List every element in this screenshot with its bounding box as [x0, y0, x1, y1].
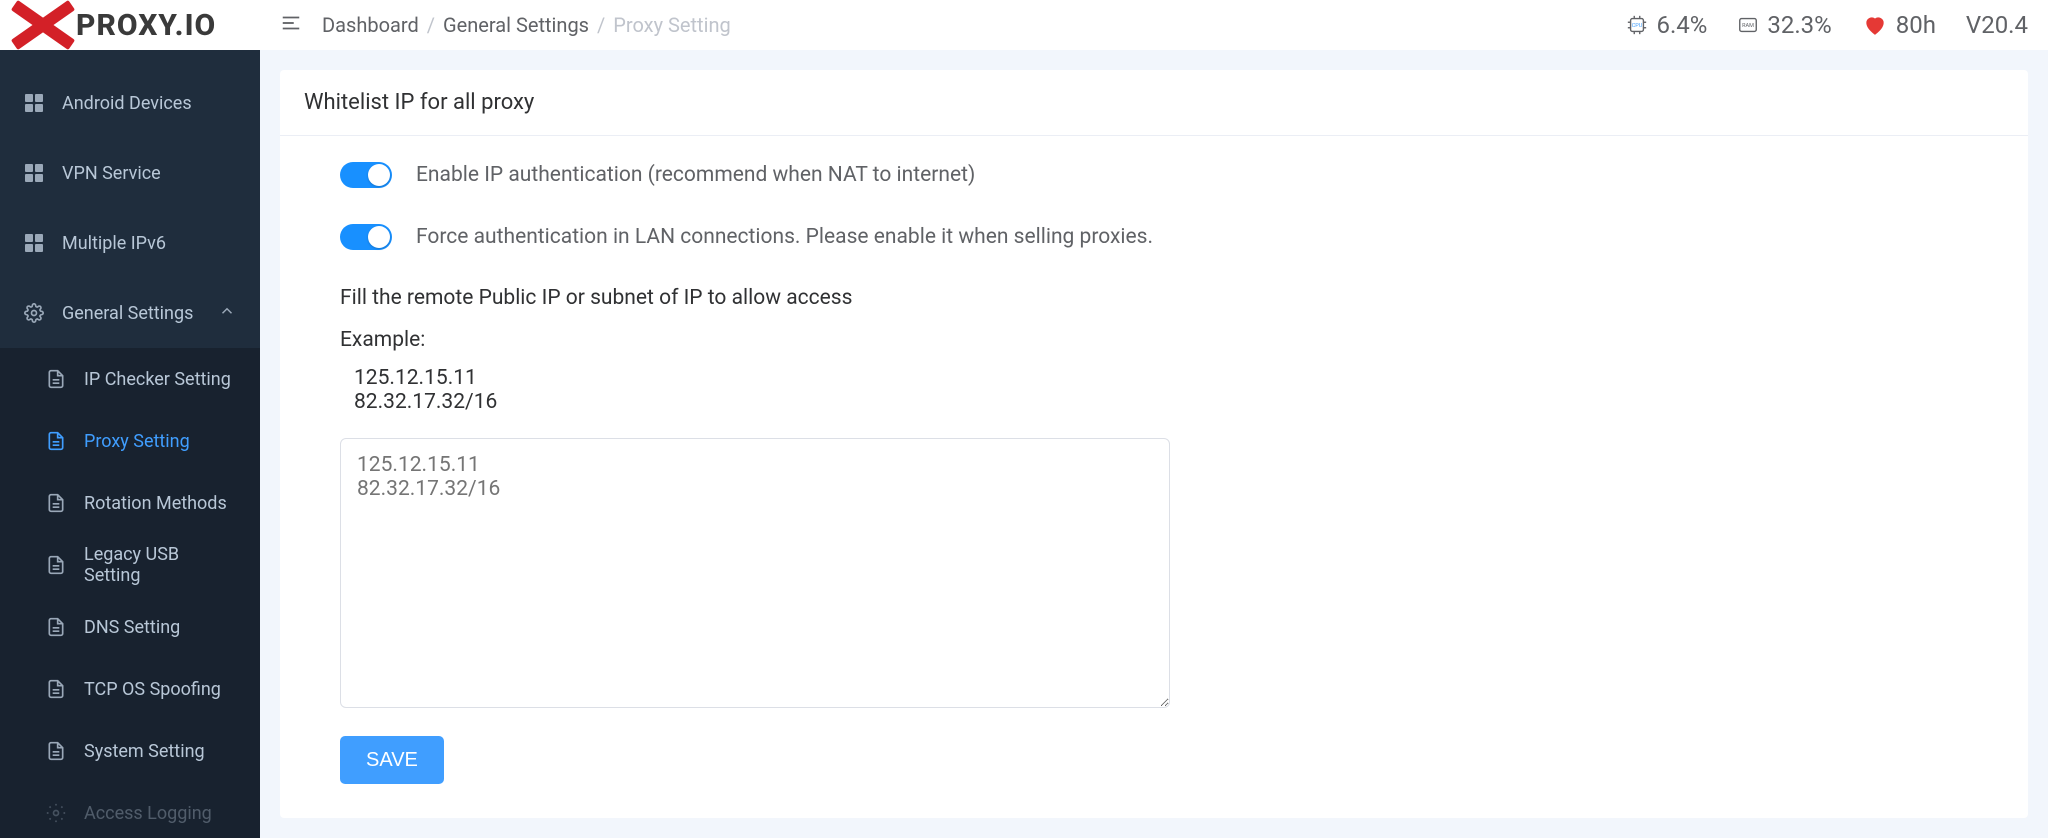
sidebar-item-vpn[interactable]: VPN Service: [0, 138, 260, 208]
breadcrumb-sep: /: [597, 13, 605, 37]
sidebar-item-ipv6[interactable]: Multiple IPv6: [0, 208, 260, 278]
logo-mark-icon: [8, 0, 64, 50]
example-label: Example:: [340, 328, 1968, 352]
sidebar-item-dns[interactable]: DNS Setting: [0, 596, 260, 658]
sidebar-item-system[interactable]: System Setting: [0, 720, 260, 782]
status-cpu: CPU 6.4%: [1626, 11, 1707, 39]
topbar: Dashboard / General Settings / Proxy Set…: [260, 0, 2048, 50]
sidebar-item-label: System Setting: [84, 741, 205, 762]
status-version: V20.4: [1966, 11, 2028, 39]
sidebar-item-android[interactable]: Android Devices: [0, 68, 260, 138]
sidebar-nav: Android Devices VPN Service Multiple IPv…: [0, 50, 260, 838]
grid-icon: [24, 94, 44, 112]
sidebar-item-label: Rotation Methods: [84, 493, 227, 514]
breadcrumb-dashboard[interactable]: Dashboard: [322, 13, 419, 37]
file-icon: [46, 431, 66, 451]
breadcrumb: Dashboard / General Settings / Proxy Set…: [322, 13, 731, 37]
sidebar-item-rotation[interactable]: Rotation Methods: [0, 472, 260, 534]
ram-icon: RAM: [1737, 14, 1759, 36]
grid-icon: [24, 164, 44, 182]
sidebar-item-label: General Settings: [62, 303, 193, 324]
card-whitelist: Whitelist IP for all proxy Enable IP aut…: [280, 70, 2028, 818]
sidebar-item-label: VPN Service: [62, 163, 161, 184]
whitelist-subtitle: Fill the remote Public IP or subnet of I…: [340, 286, 1968, 310]
file-icon: [46, 369, 66, 389]
toggle-force-lan-auth[interactable]: [340, 224, 392, 250]
sidebar-item-label: DNS Setting: [84, 617, 180, 638]
toggle-ip-auth[interactable]: [340, 162, 392, 188]
gear-icon: [24, 303, 44, 323]
sidebar-item-label: IP Checker Setting: [84, 369, 231, 390]
sidebar-item-label: Access Logging: [84, 803, 212, 824]
ram-value: 32.3%: [1767, 11, 1831, 39]
status-ram: RAM 32.3%: [1737, 11, 1831, 39]
sidebar-item-ipchecker[interactable]: IP Checker Setting: [0, 348, 260, 410]
file-icon: [46, 555, 66, 575]
file-icon: [46, 617, 66, 637]
sidebar-subnav-general: IP Checker Setting Proxy Setting Rotatio…: [0, 348, 260, 838]
toggle-ip-auth-label: Enable IP authentication (recommend when…: [416, 163, 975, 187]
logo[interactable]: PROXY.IO: [0, 0, 260, 50]
example-block: 125.12.15.11 82.32.17.32/16: [354, 366, 1968, 414]
file-icon: [46, 741, 66, 761]
sidebar-item-tcpos[interactable]: TCP OS Spoofing: [0, 658, 260, 720]
sidebar-item-label: Proxy Setting: [84, 431, 190, 452]
sidebar-item-label: TCP OS Spoofing: [84, 679, 221, 700]
status-bar: CPU 6.4% RAM 32.3%: [1626, 11, 2028, 39]
sidebar-item-access[interactable]: Access Logging: [0, 782, 260, 838]
sidebar-item-proxy[interactable]: Proxy Setting: [0, 410, 260, 472]
sidebar: PROXY.IO Android Devices VPN Service Mul…: [0, 0, 260, 838]
gear-icon: [46, 803, 66, 823]
content: Whitelist IP for all proxy Enable IP aut…: [260, 50, 2048, 838]
card-title: Whitelist IP for all proxy: [280, 70, 2028, 136]
chevron-up-icon: [218, 302, 236, 325]
sidebar-item-label: Android Devices: [62, 93, 192, 114]
file-icon: [46, 493, 66, 513]
sidebar-item-label: Legacy USB Setting: [84, 544, 236, 586]
logo-text: PROXY.IO: [76, 8, 216, 43]
menu-toggle-icon[interactable]: [280, 12, 302, 39]
breadcrumb-sep: /: [427, 13, 435, 37]
save-button[interactable]: SAVE: [340, 736, 444, 784]
uptime-value: 80h: [1896, 11, 1936, 39]
main: Dashboard / General Settings / Proxy Set…: [260, 0, 2048, 838]
grid-icon: [24, 234, 44, 252]
toggle-force-lan-auth-label: Force authentication in LAN connections.…: [416, 225, 1153, 249]
sidebar-item-legacyusb[interactable]: Legacy USB Setting: [0, 534, 260, 596]
version-value: V20.4: [1966, 11, 2028, 39]
svg-text:CPU: CPU: [1632, 23, 1643, 29]
sidebar-item-general[interactable]: General Settings: [0, 278, 260, 348]
svg-text:RAM: RAM: [1742, 23, 1754, 29]
heart-icon: [1862, 12, 1888, 38]
file-icon: [46, 679, 66, 699]
cpu-icon: CPU: [1626, 14, 1648, 36]
cpu-value: 6.4%: [1656, 11, 1707, 39]
breadcrumb-current: Proxy Setting: [613, 13, 730, 37]
status-uptime: 80h: [1862, 11, 1936, 39]
sidebar-item-label: Multiple IPv6: [62, 233, 166, 254]
breadcrumb-general[interactable]: General Settings: [443, 13, 589, 37]
whitelist-input[interactable]: [340, 438, 1170, 708]
